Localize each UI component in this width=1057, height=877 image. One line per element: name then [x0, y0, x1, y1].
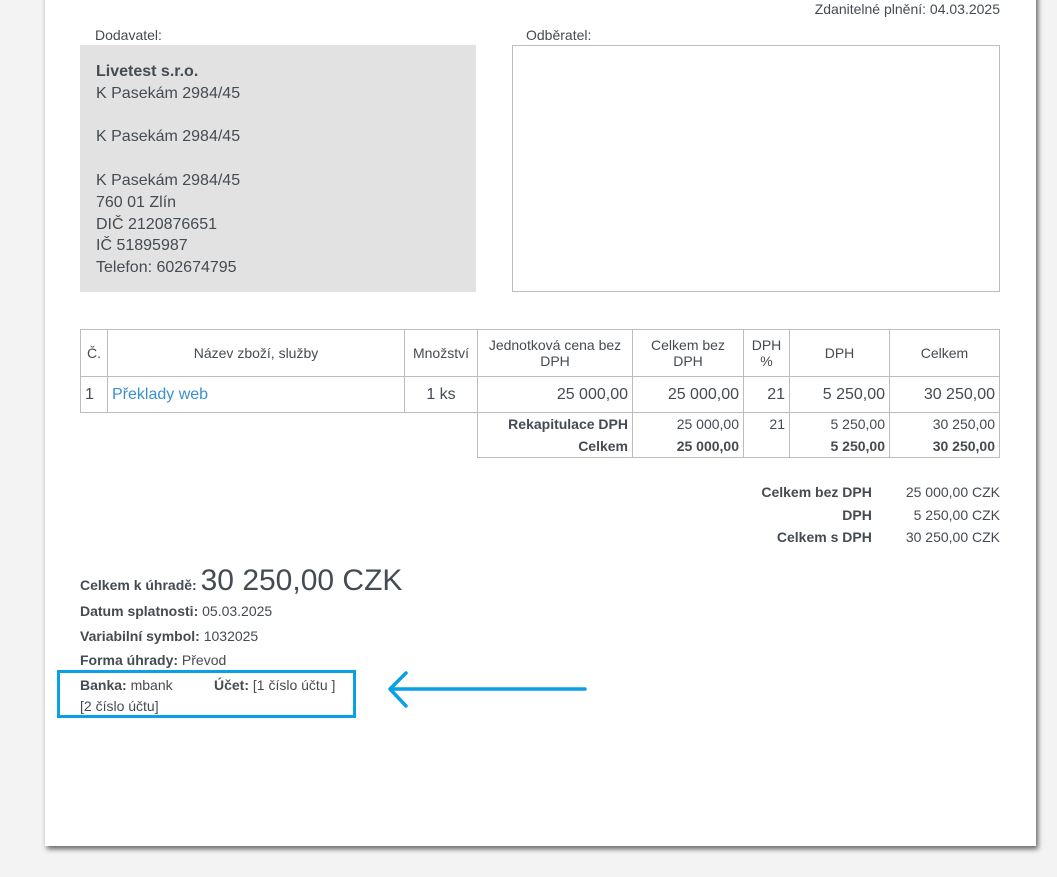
cell-no: 1: [80, 376, 108, 413]
table-row: 1 Překlady web 1 ks 25 000,00 25 000,00 …: [80, 376, 1000, 413]
totals-total: 30 250,00: [932, 438, 995, 454]
invoice-page: Zdanitelné plnění: 04.03.2025 Dodavatel:…: [45, 0, 1036, 846]
summary-label: Celkem s DPH: [776, 529, 872, 545]
col-vat-pct: DPH %: [743, 329, 790, 377]
customer-label: Odběratel:: [526, 27, 592, 43]
summary-label: Celkem bez DPH: [761, 484, 872, 500]
supplier-line: K Pasekám 2984/45: [96, 171, 241, 189]
summary-label: DPH: [842, 506, 872, 523]
items-table: Č. Název zboží, služby Množství Jednotko…: [80, 329, 1000, 458]
supplier-line: Telefon: 602674795: [96, 259, 237, 277]
recap-vat-pct: 21: [743, 412, 790, 435]
col-net: Celkem bez DPH: [632, 329, 744, 377]
totals-row: Celkem 25 000,00 5 250,00 30 250,00: [81, 435, 1000, 458]
customer-box: [512, 45, 1000, 292]
supplier-line: 760 01 Zlín: [96, 193, 177, 211]
cell-name: Překlady web: [107, 376, 405, 413]
cell-net: 25 000,00: [632, 376, 744, 413]
supplier-box: Livetest s.r.o. K Pasekám 2984/45 K Pasek…: [80, 45, 476, 292]
item-link[interactable]: Překlady web: [112, 386, 208, 403]
supplier-label: Dodavatel:: [95, 27, 162, 43]
col-qty: Množství: [404, 329, 478, 377]
summary-value: 5 250,00 CZK: [913, 506, 1000, 523]
supplier-line: IČ 51895987: [96, 237, 188, 255]
cell-vat-pct: 21: [743, 376, 790, 413]
tax-date: Zdanitelné plnění: 04.03.2025: [815, 1, 1000, 17]
cell-total: 30 250,00: [889, 376, 1000, 413]
col-vat: DPH: [789, 329, 890, 377]
supplier-address: K Pasekám 2984/45 K Pasekám 2984/45 K Pase…: [96, 83, 460, 279]
arrow-left-icon: [388, 671, 587, 708]
tax-date-label: Zdanitelné plnění:: [814, 1, 927, 17]
col-unit-price: Jednotková cena bez DPH: [477, 329, 633, 377]
col-name: Název zboží, služby: [107, 329, 405, 377]
totals-vat: 5 250,00: [830, 438, 886, 454]
supplier-line: [96, 148, 460, 170]
totals-label: Celkem: [578, 438, 628, 454]
summary-value: 25 000,00 CZK: [905, 484, 1000, 500]
due-date: Datum splatnosti: 05.03.2025: [80, 603, 273, 619]
summary: Celkem bez DPH 25 000,00 CZK DPH 5 250,00 …: [727, 481, 1000, 549]
supplier-line: [96, 105, 460, 127]
payment-method: Forma úhrady: Převod: [80, 652, 227, 668]
col-total: Celkem: [889, 329, 1000, 377]
totals-net: 25 000,00: [676, 438, 739, 454]
tax-date-value: 04.03.2025: [929, 1, 1000, 17]
col-no: Č.: [80, 329, 108, 377]
supplier-line: K Pasekám 2984/45: [96, 128, 241, 146]
supplier-line: K Pasekám 2984/45: [96, 84, 241, 102]
recap-vat: 5 250,00: [789, 412, 890, 435]
variable-symbol: Variabilní symbol: 1032025: [80, 628, 259, 644]
recap-net: 25 000,00: [632, 412, 744, 435]
annotation-highlight-box: [57, 670, 356, 718]
recap-total: 30 250,00: [889, 412, 1000, 435]
supplier-line: DIČ 2120876651: [96, 215, 217, 233]
cell-unit: 25 000,00: [477, 376, 633, 413]
summary-value: 30 250,00 CZK: [905, 529, 1000, 545]
recap-label: Rekapitulace DPH: [508, 416, 628, 432]
total-due: Celkem k úhradě: 30 250,00 CZK: [80, 564, 403, 597]
recap-row: Rekapitulace DPH 25 000,00 21 5 250,00 3…: [80, 412, 1000, 435]
supplier-name: Livetest s.r.o.: [96, 63, 199, 80]
cell-qty: 1 ks: [404, 376, 478, 413]
cell-vat: 5 250,00: [789, 376, 890, 413]
